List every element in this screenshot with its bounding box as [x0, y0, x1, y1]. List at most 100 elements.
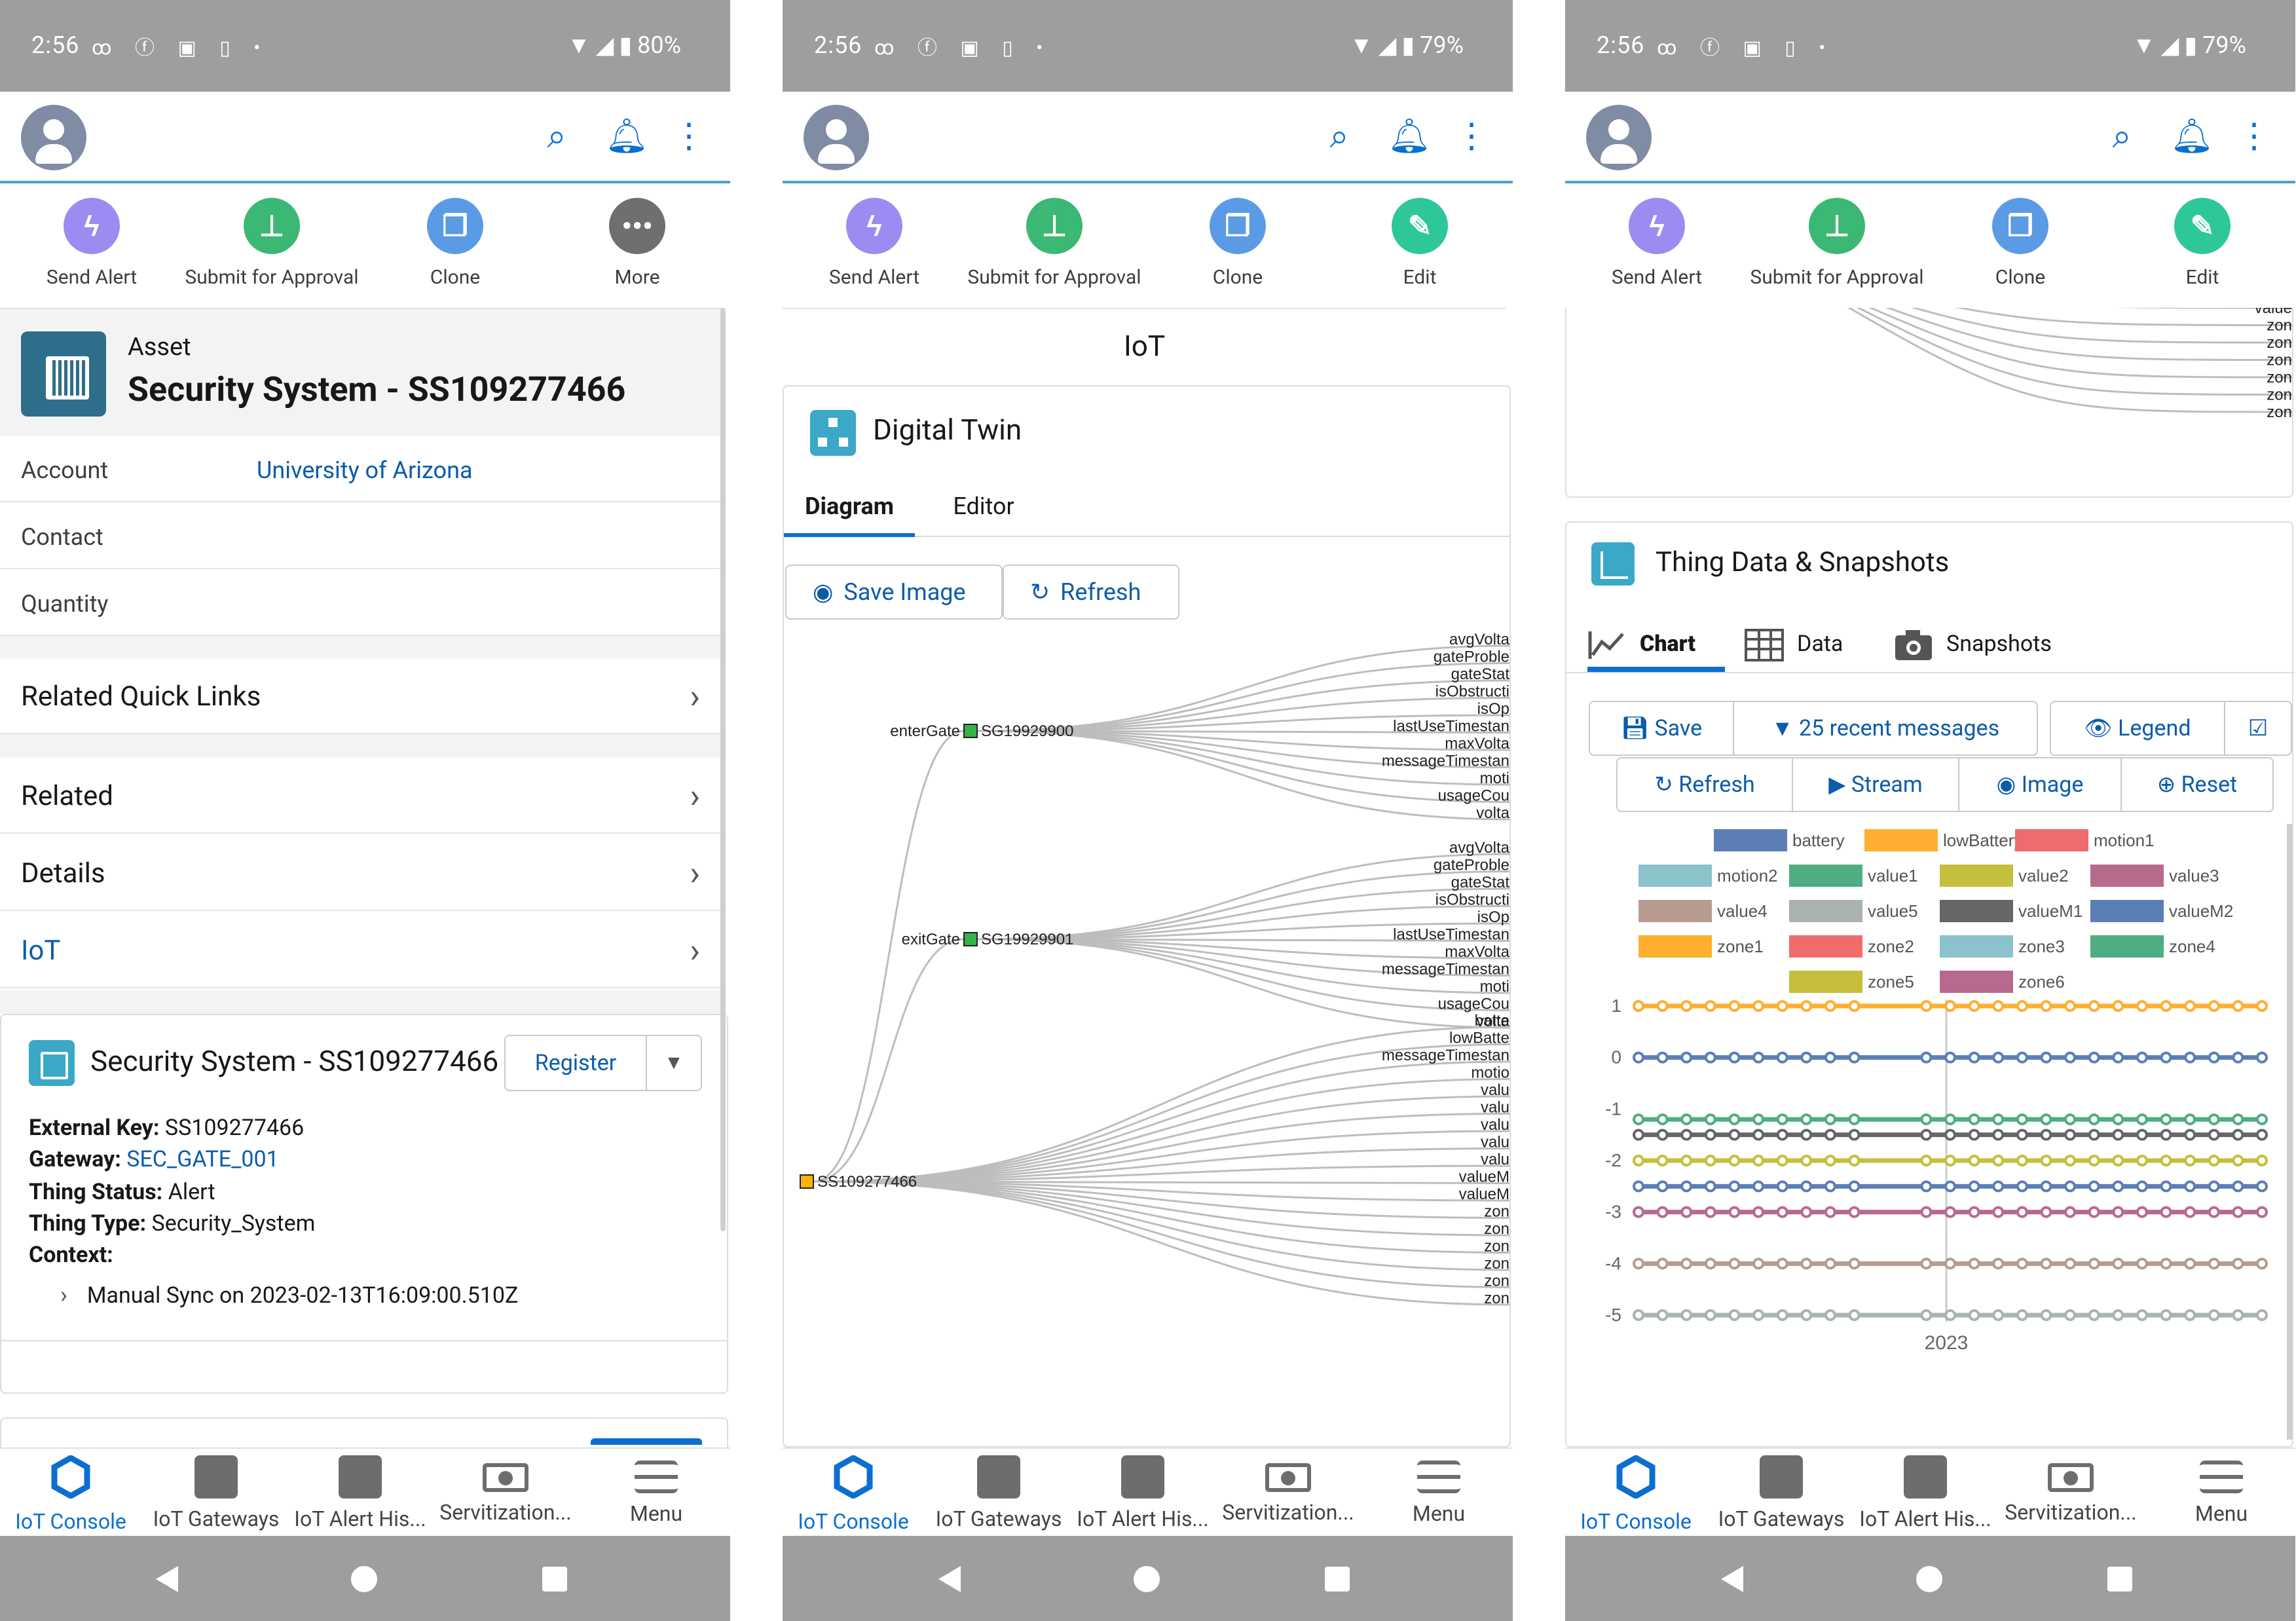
nav-iot-console[interactable]: IoT Console — [0, 1454, 143, 1534]
nav-iot-gateways[interactable]: IoT Gateways — [144, 1455, 288, 1531]
more-vert-icon[interactable]: ⋮ — [1452, 117, 1491, 156]
series-line[interactable] — [1633, 1113, 2268, 1126]
legend-item[interactable]: valueM2 — [2090, 900, 2233, 922]
nav-menu[interactable]: Menu — [584, 1455, 728, 1526]
legend-button[interactable]: 👁︎ Legend — [2050, 701, 2225, 756]
bell-icon[interactable]: 🔔︎ — [2170, 117, 2213, 156]
recents-icon[interactable] — [542, 1567, 567, 1592]
tab-chart[interactable]: Chart — [1587, 621, 1725, 672]
search-icon[interactable]: ⌕ — [1320, 117, 1359, 156]
avatar[interactable] — [1586, 105, 1652, 170]
legend-item[interactable]: motion2 — [1639, 865, 1778, 887]
submit-approval-button[interactable]: ⊥ Submit for Approval — [966, 198, 1143, 289]
nav-iot-console[interactable]: IoT Console — [783, 1454, 925, 1534]
series-line[interactable] — [1633, 1128, 2268, 1141]
legend-item[interactable]: zone6 — [1940, 971, 2065, 993]
legend-item[interactable]: value4 — [1639, 900, 1768, 922]
nav-menu[interactable]: Menu — [2149, 1455, 2293, 1526]
related-row[interactable]: Related › — [0, 758, 724, 834]
legend-item[interactable]: value1 — [1789, 865, 1918, 887]
digital-twin-diagram-partial[interactable]: valuezonzonzonzonzonzon — [1566, 308, 2293, 498]
nav-iot-alert-history[interactable]: IoT Alert His... — [288, 1455, 432, 1531]
submit-approval-button[interactable]: ⊥ Submit for Approval — [1749, 198, 1925, 289]
legend-item[interactable]: zone4 — [2090, 935, 2215, 958]
send-alert-button[interactable]: ϟ Send Alert — [1568, 198, 1745, 289]
refresh-button[interactable]: ↻ Refresh — [1616, 757, 1793, 812]
series-line[interactable] — [1633, 1051, 2268, 1064]
home-icon[interactable] — [1134, 1566, 1160, 1592]
series-line[interactable] — [1633, 1000, 2268, 1012]
chevron-down-icon[interactable]: ▼ — [646, 1035, 702, 1091]
thing-data-chart[interactable]: battery lowBattery motion1 motion2 value1 val… — [1566, 824, 2287, 1440]
nav-iot-gateways[interactable]: IoT Gateways — [1709, 1455, 1853, 1531]
send-alert-button[interactable]: ϟ Send Alert — [3, 198, 180, 289]
series-line[interactable] — [1633, 1258, 2268, 1270]
legend-item[interactable]: value2 — [1940, 865, 2069, 887]
series-line[interactable] — [1633, 1309, 2268, 1321]
root-node[interactable] — [800, 1174, 814, 1189]
tab-data[interactable]: Data — [1745, 621, 1876, 672]
bell-icon[interactable]: 🔔︎ — [605, 117, 648, 156]
legend-toggle-checkbox[interactable]: ☑ — [2224, 701, 2292, 756]
nav-menu[interactable]: Menu — [1367, 1455, 1511, 1526]
recents-icon[interactable] — [1325, 1567, 1350, 1592]
series-line[interactable] — [1633, 1206, 2268, 1218]
gateway-link[interactable]: SEC_GATE_001 — [126, 1146, 278, 1172]
recents-icon[interactable] — [2107, 1567, 2132, 1592]
nav-iot-alert-history[interactable]: IoT Alert His... — [1071, 1455, 1215, 1531]
clone-button[interactable]: ❐ Clone — [1932, 198, 2109, 289]
more-button[interactable]: ••• More — [549, 198, 726, 289]
legend-item[interactable]: zone5 — [1789, 971, 1914, 993]
reset-button[interactable]: ⊕ Reset — [2120, 757, 2274, 812]
edit-button[interactable]: ✎ Edit — [1331, 198, 1508, 289]
legend-item[interactable]: motion1 — [2015, 829, 2155, 851]
legend-item[interactable]: zone1 — [1639, 935, 1764, 958]
scrollbar[interactable] — [2287, 824, 2292, 1440]
nav-iot-console[interactable]: IoT Console — [1565, 1454, 1708, 1534]
bell-icon[interactable]: 🔔︎ — [1388, 117, 1431, 156]
home-icon[interactable] — [1916, 1566, 1942, 1592]
search-icon[interactable]: ⌕ — [537, 117, 576, 156]
image-button[interactable]: ◉ Image — [1958, 757, 2122, 812]
gate-node[interactable] — [963, 724, 978, 738]
series-line[interactable] — [1633, 1155, 2268, 1166]
legend-item[interactable]: battery — [1714, 829, 1845, 851]
account-link[interactable]: University of Arizona — [257, 456, 473, 484]
context-item[interactable]: › Manual Sync on 2023-02-13T16:09:00.510Z — [60, 1281, 518, 1309]
home-icon[interactable] — [351, 1566, 377, 1592]
tab-snapshots[interactable]: Snapshots — [1894, 621, 2090, 672]
edit-button[interactable]: ✎ Edit — [2114, 198, 2291, 289]
nav-iot-gateways[interactable]: IoT Gateways — [927, 1455, 1071, 1531]
related-quick-links-row[interactable]: Related Quick Links › — [0, 658, 724, 734]
legend-item[interactable]: value3 — [2090, 865, 2219, 887]
more-vert-icon[interactable]: ⋮ — [2234, 117, 2274, 156]
recent-messages-filter-button[interactable]: ▼ 25 recent messages — [1733, 701, 2038, 756]
tab-editor[interactable]: Editor — [935, 493, 1033, 537]
legend-item[interactable]: zone2 — [1789, 935, 1914, 958]
tab-diagram[interactable]: Diagram — [784, 493, 915, 537]
scrollbar[interactable] — [720, 308, 726, 1231]
back-icon[interactable] — [1721, 1566, 1743, 1592]
back-icon[interactable] — [156, 1566, 178, 1592]
legend-item[interactable]: value5 — [1789, 900, 1918, 922]
avatar[interactable] — [804, 105, 869, 170]
legend-item[interactable]: valueM1 — [1940, 900, 2083, 922]
nav-servitization[interactable]: Servitization... — [1999, 1455, 2143, 1525]
gate-node[interactable] — [963, 932, 978, 946]
save-button[interactable]: 💾︎ Save — [1589, 701, 1734, 756]
legend-item[interactable]: lowBattery — [1864, 829, 2022, 851]
register-button[interactable]: Register — [504, 1035, 647, 1091]
details-row[interactable]: Details › — [0, 835, 724, 911]
clone-button[interactable]: ❐ Clone — [1149, 198, 1326, 289]
back-icon[interactable] — [938, 1566, 961, 1592]
stream-button[interactable]: ▶ Stream — [1792, 757, 1959, 812]
send-alert-button[interactable]: ϟ Send Alert — [786, 198, 963, 289]
search-icon[interactable]: ⌕ — [2102, 117, 2141, 156]
iot-row[interactable]: IoT › — [0, 912, 724, 988]
avatar[interactable] — [21, 105, 86, 170]
legend-item[interactable]: zone3 — [1940, 935, 2065, 958]
nav-servitization[interactable]: Servitization... — [1216, 1455, 1360, 1525]
nav-iot-alert-history[interactable]: IoT Alert His... — [1853, 1455, 1997, 1531]
submit-approval-button[interactable]: ⊥ Submit for Approval — [183, 198, 360, 289]
digital-twin-diagram[interactable]: avgVoltagateProblegateStatisObstructiisO… — [784, 603, 1511, 1428]
